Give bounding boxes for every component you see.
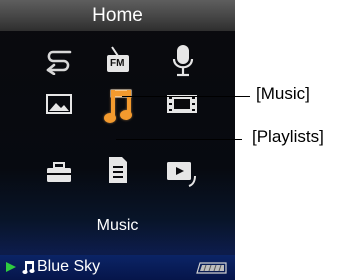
playlists-callout-line: [116, 139, 242, 140]
fm-label: FM: [110, 58, 125, 69]
now-playing-title: Blue Sky: [37, 258, 101, 275]
music-note-icon[interactable]: [100, 82, 136, 126]
video-playlist-icon[interactable]: [165, 158, 199, 188]
repeat-icon[interactable]: [44, 47, 74, 75]
player-screen: Home FM Music Blue Sky: [0, 0, 235, 280]
music-callout: [Music]: [256, 84, 310, 103]
title-bar: Home: [0, 0, 235, 31]
music-note-small-icon: [22, 261, 35, 274]
playlists-callout: [Playlists]: [252, 127, 324, 146]
photo-icon[interactable]: [45, 92, 73, 116]
fm-radio-icon[interactable]: FM: [104, 45, 132, 77]
selected-item-label: Music: [96, 217, 139, 234]
battery-icon: [196, 262, 227, 274]
now-playing-bar: Blue Sky: [0, 255, 235, 280]
music-callout-line: [122, 96, 250, 97]
microphone-icon[interactable]: [170, 43, 196, 79]
playlist-icon[interactable]: [107, 155, 129, 185]
settings-toolbox-icon[interactable]: [44, 160, 74, 186]
play-icon: [6, 262, 16, 272]
screen-title: Home: [92, 5, 143, 26]
